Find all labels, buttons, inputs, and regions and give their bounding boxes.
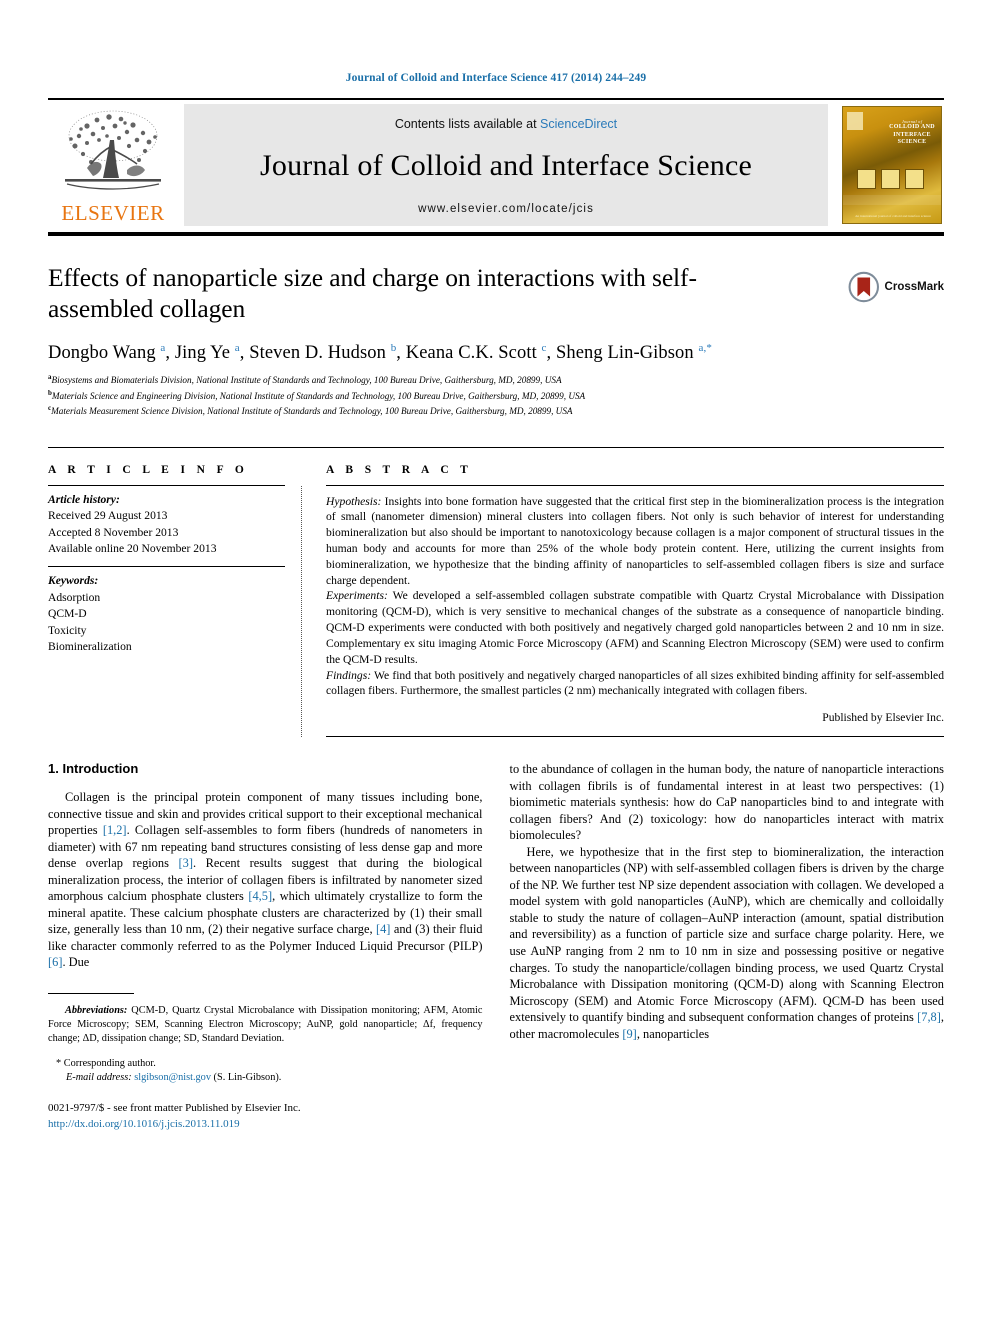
cover-line2: INTERFACE	[893, 131, 931, 138]
contents-line: Contents lists available at ScienceDirec…	[395, 117, 617, 131]
intro-paragraph-left: Collagen is the principal protein compon…	[48, 789, 483, 970]
sciencedirect-link[interactable]: ScienceDirect	[540, 117, 617, 131]
abstract-text: We find that both positively and negativ…	[326, 668, 944, 698]
citation-link[interactable]: [6]	[48, 955, 62, 969]
email-suffix: (S. Lin-Gibson).	[210, 1071, 282, 1083]
email-link[interactable]: slgibson@nist.gov	[134, 1072, 211, 1083]
journal-url[interactable]: www.elsevier.com/locate/jcis	[418, 203, 594, 215]
cover-figure	[881, 169, 900, 189]
history-received: Received 29 August 2013	[48, 509, 168, 523]
title-block: Effects of nanoparticle size and charge …	[48, 262, 944, 419]
affiliation-text: Materials Measurement Science Division, …	[51, 406, 573, 417]
doi-link[interactable]: http://dx.doi.org/10.1016/j.jcis.2013.11…	[48, 1117, 483, 1133]
abstract-paragraph: Experiments: We developed a self-assembl…	[326, 588, 944, 667]
cover-figure	[905, 169, 924, 189]
history-accepted: Accepted 8 November 2013	[48, 525, 179, 539]
cover-figure-strip	[857, 169, 924, 189]
abstract-heading: A B S T R A C T	[326, 463, 473, 476]
footnote-separator	[48, 992, 134, 994]
abstract-text: Insights into bone formation have sugges…	[326, 494, 944, 587]
column-divider	[301, 485, 302, 737]
body-column-right: to the abundance of collagen in the huma…	[510, 761, 945, 1133]
footnote-abbreviations: Abbreviations: QCM-D, Quartz Crystal Mic…	[48, 1004, 483, 1046]
affiliation-item: aBiosystems and Biomaterials Division, N…	[48, 372, 944, 387]
contents-prefix: Contents lists available at	[394, 116, 537, 131]
body-columns: 1. Introduction Collagen is the principa…	[48, 761, 944, 1133]
crossmark-icon	[848, 271, 879, 303]
page-title: Effects of nanoparticle size and charge …	[48, 263, 697, 324]
keywords-label: Keywords:	[48, 574, 99, 588]
citation-link[interactable]: [1,2]	[103, 823, 127, 837]
elsevier-wordmark: ELSEVIER	[61, 201, 165, 225]
footnote-corresponding: * Corresponding author.	[48, 1057, 483, 1071]
cover-figure	[857, 169, 876, 189]
cover-title: Journal of COLLOID AND INTERFACE SCIENCE	[883, 119, 941, 147]
cover-footer: An international journal of colloid and …	[855, 214, 931, 218]
keyword-item: Toxicity	[48, 623, 87, 637]
citation-link[interactable]: [7,8]	[917, 1010, 941, 1024]
cover-elsevier-mark	[847, 112, 863, 130]
citation-link[interactable]: [4]	[376, 922, 390, 936]
body-column-left: 1. Introduction Collagen is the principa…	[48, 761, 483, 1133]
imprint-line: 0021-9797/$ - see front matter Published…	[48, 1102, 301, 1115]
footnote-abbrev-label: Abbreviations:	[65, 1005, 128, 1017]
abstract-column: A B S T R A C T Hypothesis: Insights int…	[326, 464, 944, 737]
abstract-runin: Experiments:	[326, 589, 388, 603]
abstract-paragraph: Hypothesis: Insights into bone formation…	[326, 494, 944, 589]
citation-link[interactable]: [9]	[622, 1027, 636, 1041]
affiliation-item: bMaterials Science and Engineering Divis…	[48, 388, 944, 403]
masthead-bottom-rule	[48, 232, 944, 236]
masthead: ELSEVIER Contents lists available at Sci…	[48, 98, 944, 226]
info-abstract-region: A R T I C L E I N F O Article history: R…	[48, 446, 944, 737]
abstract-body: Hypothesis: Insights into bone formation…	[326, 486, 944, 726]
abstract-runin: Hypothesis:	[326, 494, 382, 508]
citation-link[interactable]: [4,5]	[248, 889, 272, 903]
keywords-block: Keywords: Adsorption QCM-D Toxicity Biom…	[48, 567, 285, 655]
article-info-heading: A R T I C L E I N F O	[48, 463, 249, 476]
journal-cover-thumbnail: Journal of COLLOID AND INTERFACE SCIENCE…	[834, 104, 944, 226]
crossmark-label: CrossMark	[884, 281, 944, 293]
intro-paragraph-right-2: Here, we hypothesize that in the first s…	[509, 844, 945, 1041]
elsevier-tree-icon	[65, 110, 161, 190]
citation-link[interactable]: [3]	[179, 856, 193, 870]
imprint-block: 0021-9797/$ - see front matter Published…	[48, 1101, 483, 1133]
journal-banner: Contents lists available at ScienceDirec…	[184, 104, 828, 226]
abstract-runin: Findings:	[326, 668, 372, 682]
abstract-bottom-rule	[326, 735, 944, 737]
running-head: Journal of Colloid and Interface Science…	[345, 72, 647, 84]
paper-page: Journal of Colloid and Interface Science…	[0, 0, 992, 1323]
keyword-item: Adsorption	[48, 590, 101, 604]
article-history-label: Article history:	[48, 492, 120, 506]
cover-line3: SCIENCE	[897, 139, 927, 146]
abstract-published-by: Published by Elsevier Inc.	[822, 711, 944, 725]
cover-line1: COLLOID AND	[889, 124, 935, 131]
intro-paragraph-right-1: to the abundance of collagen in the huma…	[509, 761, 945, 843]
affiliation-text: Biosystems and Biomaterials Division, Na…	[51, 375, 562, 386]
keyword-item: Biomineralization	[48, 640, 132, 654]
email-label: E-mail address:	[66, 1071, 132, 1083]
keyword-item: QCM-D	[48, 607, 87, 621]
footnote-email: E-mail address: slgibson@nist.gov (S. Li…	[48, 1071, 483, 1085]
affiliation-text: Materials Science and Engineering Divisi…	[51, 390, 586, 401]
journal-title: Journal of Colloid and Interface Science	[260, 148, 752, 182]
history-available-online: Available online 20 November 2013	[48, 541, 217, 555]
abstract-text: We developed a self-assembled collagen s…	[326, 589, 944, 666]
author-list: Dongbo Wang a, Jing Ye a, Steven D. Huds…	[48, 342, 712, 364]
article-info-column: A R T I C L E I N F O Article history: R…	[48, 464, 301, 737]
affiliation-list: aBiosystems and Biomaterials Division, N…	[48, 372, 944, 418]
section-heading-introduction: 1. Introduction	[48, 760, 139, 776]
cover-band	[843, 195, 941, 205]
corresponding-author-note: * Corresponding author.	[56, 1057, 156, 1069]
elsevier-logo: ELSEVIER	[48, 104, 178, 226]
abstract-paragraph: Findings: We find that both positively a…	[326, 668, 944, 700]
crossmark-badge[interactable]: CrossMark	[848, 264, 944, 310]
affiliation-item: cMaterials Measurement Science Division,…	[48, 403, 944, 418]
article-history: Article history: Received 29 August 2013…	[48, 486, 285, 567]
